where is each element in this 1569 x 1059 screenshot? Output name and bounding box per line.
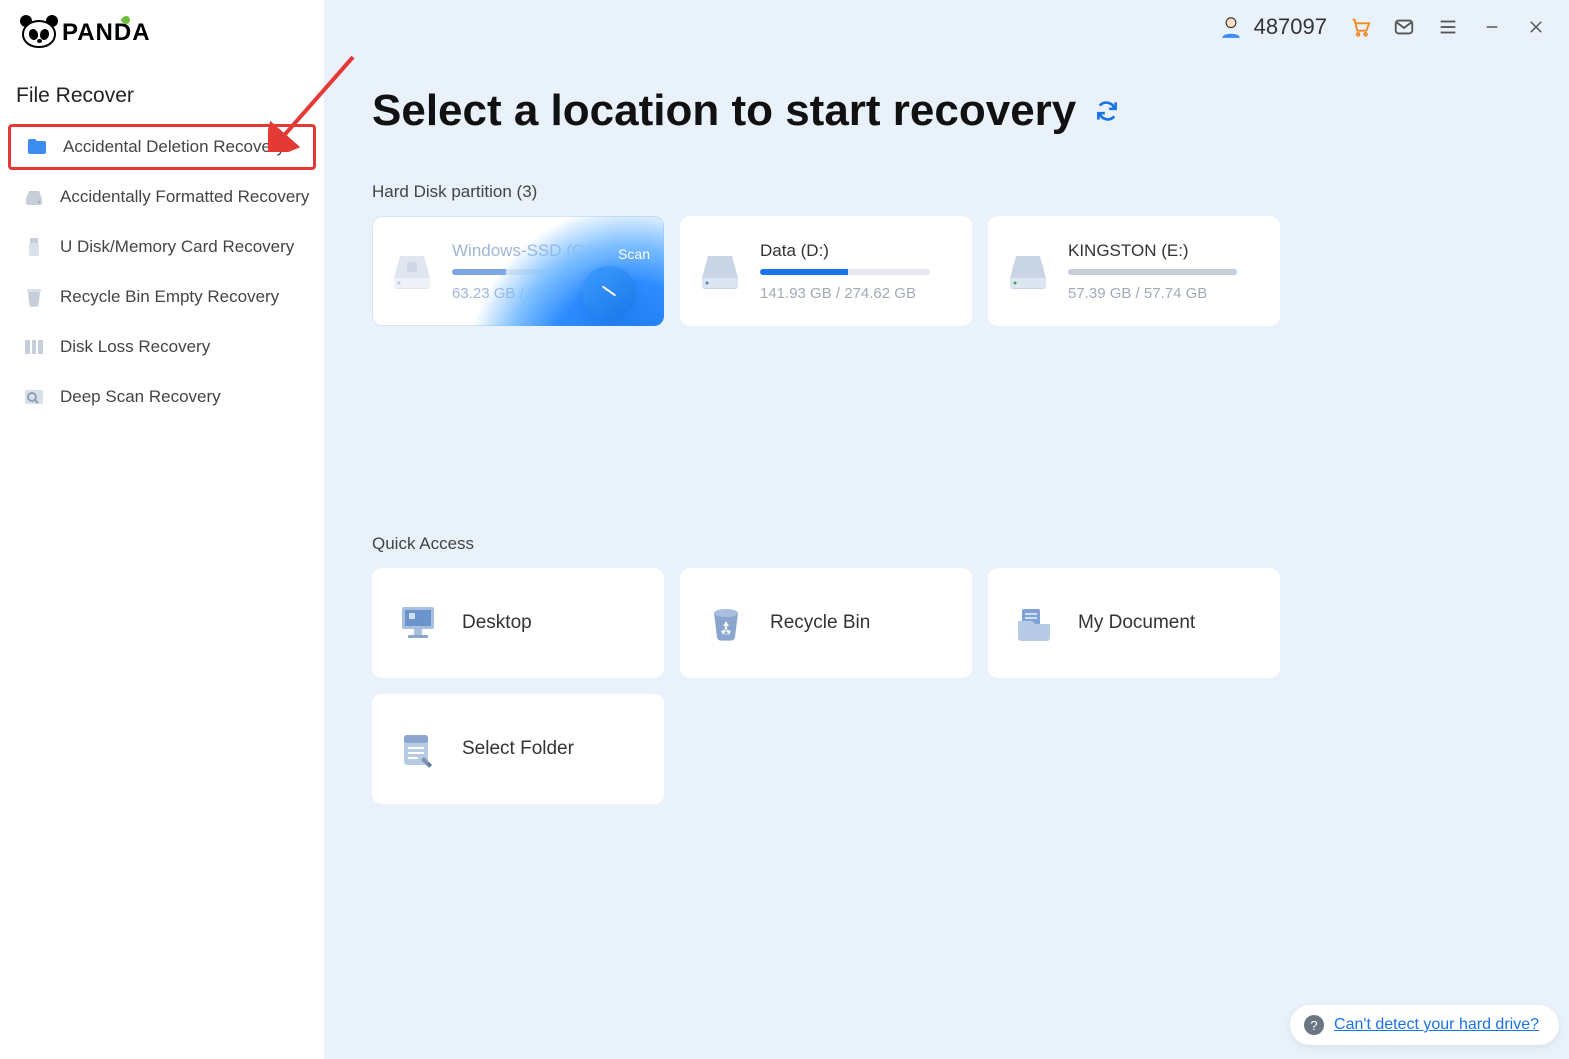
drive-icon: [390, 252, 434, 290]
help-icon: ?: [1304, 1015, 1324, 1035]
usage-bar: [760, 269, 930, 275]
user-avatar-icon: [1218, 14, 1244, 40]
page-title: Select a location to start recovery: [372, 86, 1076, 136]
main-panel: 487097 Select a location to start recove…: [324, 0, 1569, 1059]
partition-size: 57.39 GB / 57.74 GB: [1068, 285, 1262, 302]
partition-card-e[interactable]: KINGSTON (E:) 57.39 GB / 57.74 GB: [988, 216, 1280, 326]
sidebar-item-label: U Disk/Memory Card Recovery: [60, 237, 294, 257]
app-logo: PANDA: [22, 18, 324, 48]
quick-access-recyclebin[interactable]: Recycle Bin: [680, 568, 972, 678]
partition-name: KINGSTON (E:): [1068, 241, 1262, 261]
quick-access-selectfolder[interactable]: Select Folder: [372, 694, 664, 804]
drive-icon: [698, 252, 742, 290]
quick-access-label: Recycle Bin: [770, 612, 870, 634]
usb-icon: [22, 235, 46, 259]
magnify-icon: [22, 385, 46, 409]
panda-icon: [22, 18, 56, 48]
sidebar-item-recyclebin[interactable]: Recycle Bin Empty Recovery: [8, 274, 316, 320]
close-icon[interactable]: [1525, 16, 1547, 38]
recycle-bin-icon: [704, 601, 748, 645]
partition-card-d[interactable]: Data (D:) 141.93 GB / 274.62 GB: [680, 216, 972, 326]
help-link[interactable]: Can't detect your hard drive?: [1334, 1016, 1539, 1034]
minimize-icon[interactable]: [1481, 16, 1503, 38]
folder-icon: [25, 135, 49, 159]
sidebar-item-label: Recycle Bin Empty Recovery: [60, 287, 279, 307]
quick-access-label: Desktop: [462, 612, 532, 634]
scan-label: Scan: [618, 246, 650, 262]
quick-access-mydocument[interactable]: My Document: [988, 568, 1280, 678]
partition-icon: [22, 335, 46, 359]
user-id: 487097: [1254, 14, 1327, 40]
sidebar-section-title: File Recover: [16, 84, 324, 108]
sidebar-item-formatted[interactable]: Accidentally Formatted Recovery: [8, 174, 316, 220]
scan-button[interactable]: [582, 266, 636, 320]
cart-icon[interactable]: [1349, 16, 1371, 38]
recycle-bin-icon: [22, 285, 46, 309]
sidebar: PANDA File Recover Accidental Deletion R…: [0, 0, 324, 1059]
user-badge[interactable]: 487097: [1218, 14, 1327, 40]
desktop-icon: [396, 601, 440, 645]
partition-size: 141.93 GB / 274.62 GB: [760, 285, 954, 302]
sidebar-item-label: Disk Loss Recovery: [60, 337, 210, 357]
select-folder-icon: [396, 727, 440, 771]
sidebar-item-deepscan[interactable]: Deep Scan Recovery: [8, 374, 316, 420]
partition-name: Data (D:): [760, 241, 954, 261]
sidebar-item-diskloss[interactable]: Disk Loss Recovery: [8, 324, 316, 370]
partition-cards: Windows-SSD (C:) 63.23 GB / 200.10 GB Sc…: [372, 216, 1517, 326]
sidebar-item-label: Accidentally Formatted Recovery: [60, 187, 309, 207]
sidebar-item-label: Deep Scan Recovery: [60, 387, 221, 407]
quick-access-desktop[interactable]: Desktop: [372, 568, 664, 678]
partitions-section-label: Hard Disk partition (3): [372, 182, 1517, 202]
quick-access-label: My Document: [1078, 612, 1195, 634]
sidebar-item-label: Accidental Deletion Recovery: [63, 137, 285, 157]
usage-bar: [1068, 269, 1238, 275]
help-pill[interactable]: ? Can't detect your hard drive?: [1290, 1005, 1559, 1045]
drive-icon: [1006, 252, 1050, 290]
document-folder-icon: [1012, 601, 1056, 645]
menu-icon[interactable]: [1437, 16, 1459, 38]
partition-name: Windows-SSD (C:): [452, 241, 646, 261]
mail-icon[interactable]: [1393, 16, 1415, 38]
brand-text: PANDA: [62, 19, 151, 47]
refresh-icon[interactable]: [1094, 98, 1120, 124]
quick-access-cards: Desktop Recycle Bin My Document Select F…: [372, 568, 1517, 804]
quick-access-label: Select Folder: [462, 738, 574, 760]
sidebar-item-usb[interactable]: U Disk/Memory Card Recovery: [8, 224, 316, 270]
sidebar-item-accidental-deletion[interactable]: Accidental Deletion Recovery: [8, 124, 316, 170]
drive-icon: [22, 185, 46, 209]
quick-access-label: Quick Access: [372, 534, 1517, 554]
topbar: 487097: [1218, 14, 1547, 40]
partition-card-c[interactable]: Windows-SSD (C:) 63.23 GB / 200.10 GB Sc…: [372, 216, 664, 326]
